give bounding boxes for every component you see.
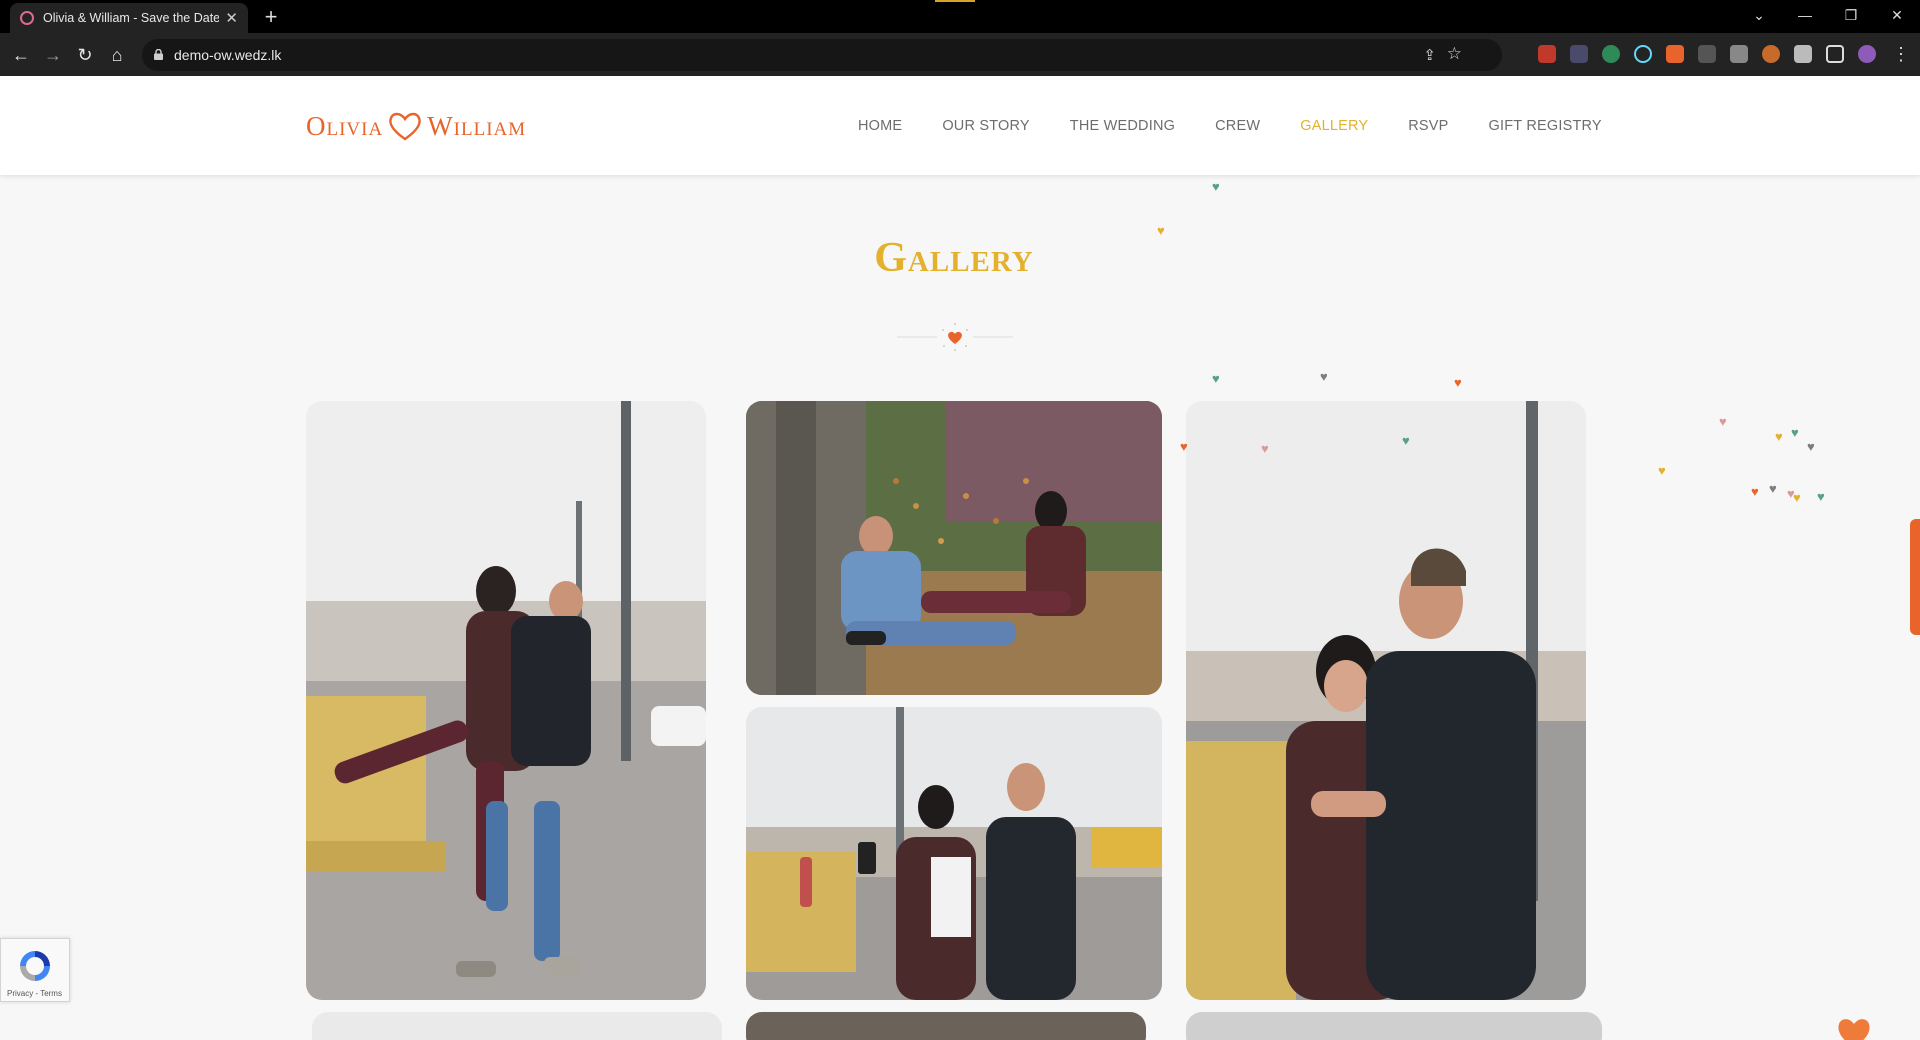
floating-heart-icon: ♥ [1212,179,1220,194]
fox-extension-icon[interactable] [1666,45,1684,63]
react-extension-icon[interactable] [1634,45,1652,63]
glasses-extension-icon[interactable] [1570,45,1588,63]
lock-icon [154,49,163,60]
gallery-photo-2[interactable] [746,401,1162,695]
recaptcha-badge[interactable]: Privacy - Terms [0,938,70,1002]
browser-menu-icon[interactable]: ⋮ [1892,44,1910,64]
browser-tab-bar: Olivia & William - Save the Date ✕ + ⌄ —… [0,0,1920,33]
floating-heart-icon: ♥ [1320,369,1328,384]
ublock-extension-icon[interactable] [1538,45,1556,63]
restore-icon[interactable]: ❐ [1828,0,1874,30]
share-icon[interactable]: ⇪ [1423,46,1436,64]
logo-left-name: Olivia [306,110,384,141]
floating-heart-icon: ♥ [1658,463,1666,478]
floating-heart-icon: ♥ [1791,425,1799,440]
close-icon[interactable]: ✕ [225,9,238,27]
scroll-progress-indicator[interactable] [1910,519,1920,635]
nav-gift-registry[interactable]: GIFT REGISTRY [1489,118,1602,134]
site-header: Olivia William HOME OUR STORY THE WEDDIN… [0,76,1920,175]
url-text: demo-ow.wedz.lk [174,47,282,63]
floating-heart-icon: ♥ [1793,490,1801,505]
floating-heart-icon: ♥ [1402,433,1410,448]
site-logo[interactable]: Olivia William [306,106,526,146]
ghost-extension-icon[interactable] [1698,45,1716,63]
minimize-icon[interactable]: — [1782,0,1828,30]
floating-heart-icon: ♥ [1751,484,1759,499]
puzzle-extensions-icon[interactable] [1794,45,1812,63]
ring-icon [20,11,34,25]
gallery-photo-4[interactable] [1186,401,1586,1000]
floating-heart-icon: ♥ [1769,481,1777,496]
gallery-photo-6[interactable] [746,1012,1146,1040]
main-nav: HOME OUR STORY THE WEDDING CREW GALLERY … [858,118,1642,134]
floating-heart-icon: ♥ [1775,429,1783,444]
tab-title: Olivia & William - Save the Date [43,11,220,25]
back-icon[interactable]: ← [8,42,34,68]
nav-home[interactable]: HOME [858,118,902,134]
nav-gallery[interactable]: GALLERY [1300,118,1368,134]
recaptcha-icon [20,951,50,981]
recaptcha-links[interactable]: Privacy - Terms [7,989,62,998]
floating-heart-icon: ♥ [1807,439,1815,454]
new-tab-button[interactable]: + [258,4,284,30]
gallery-photo-7[interactable] [1186,1012,1602,1040]
nav-our-story[interactable]: OUR STORY [942,118,1029,134]
colorwheel-extension-icon[interactable] [1602,45,1620,63]
nav-the-wedding[interactable]: THE WEDDING [1070,118,1175,134]
bookmark-star-icon[interactable]: ☆ [1447,44,1462,64]
tab-search-icon[interactable]: ⌄ [1736,0,1782,30]
floating-heart-icon: ♥ [1212,371,1220,386]
window-close-icon[interactable]: ✕ [1874,0,1920,30]
floating-heart-icon: ♥ [1180,439,1188,454]
logo-right-name: William [427,110,527,141]
gallery-photo-3[interactable] [746,707,1162,1000]
nav-rsvp[interactable]: RSVP [1408,118,1448,134]
heart-divider [897,323,1013,351]
reload-icon[interactable]: ↻ [72,42,98,68]
home-icon[interactable]: ⌂ [104,42,130,68]
nav-crew[interactable]: CREW [1215,118,1260,134]
section-title: Gallery [874,235,1034,281]
sidebar-icon[interactable] [1826,45,1844,63]
browser-toolbar: ← → ↻ ⌂ demo-ow.wedz.lk ⇪ ☆ ⋮ [0,33,1920,76]
forward-icon[interactable]: → [40,42,66,68]
profile-avatar[interactable] [1858,45,1876,63]
floating-heart-icon: ♥ [1261,441,1269,456]
floating-heart-icon: ♥ [1454,375,1462,390]
floating-heart-icon: ♥ [1157,223,1165,238]
translate-extension-icon[interactable] [1730,45,1748,63]
drag-indicator [935,0,975,2]
floating-heart-icon: ♥ [1719,414,1727,429]
floating-heart-button-icon[interactable] [1836,1016,1872,1040]
address-bar[interactable]: demo-ow.wedz.lk ⇪ ☆ [142,39,1502,71]
heart-outline-icon [389,112,421,141]
floating-heart-icon: ♥ [1817,489,1825,504]
gallery-photo-5[interactable] [312,1012,722,1040]
cookie-extension-icon[interactable] [1762,45,1780,63]
website: Olivia William HOME OUR STORY THE WEDDIN… [0,76,1920,1040]
gallery-photo-1[interactable] [306,401,706,1000]
browser-tab[interactable]: Olivia & William - Save the Date ✕ [10,3,248,33]
